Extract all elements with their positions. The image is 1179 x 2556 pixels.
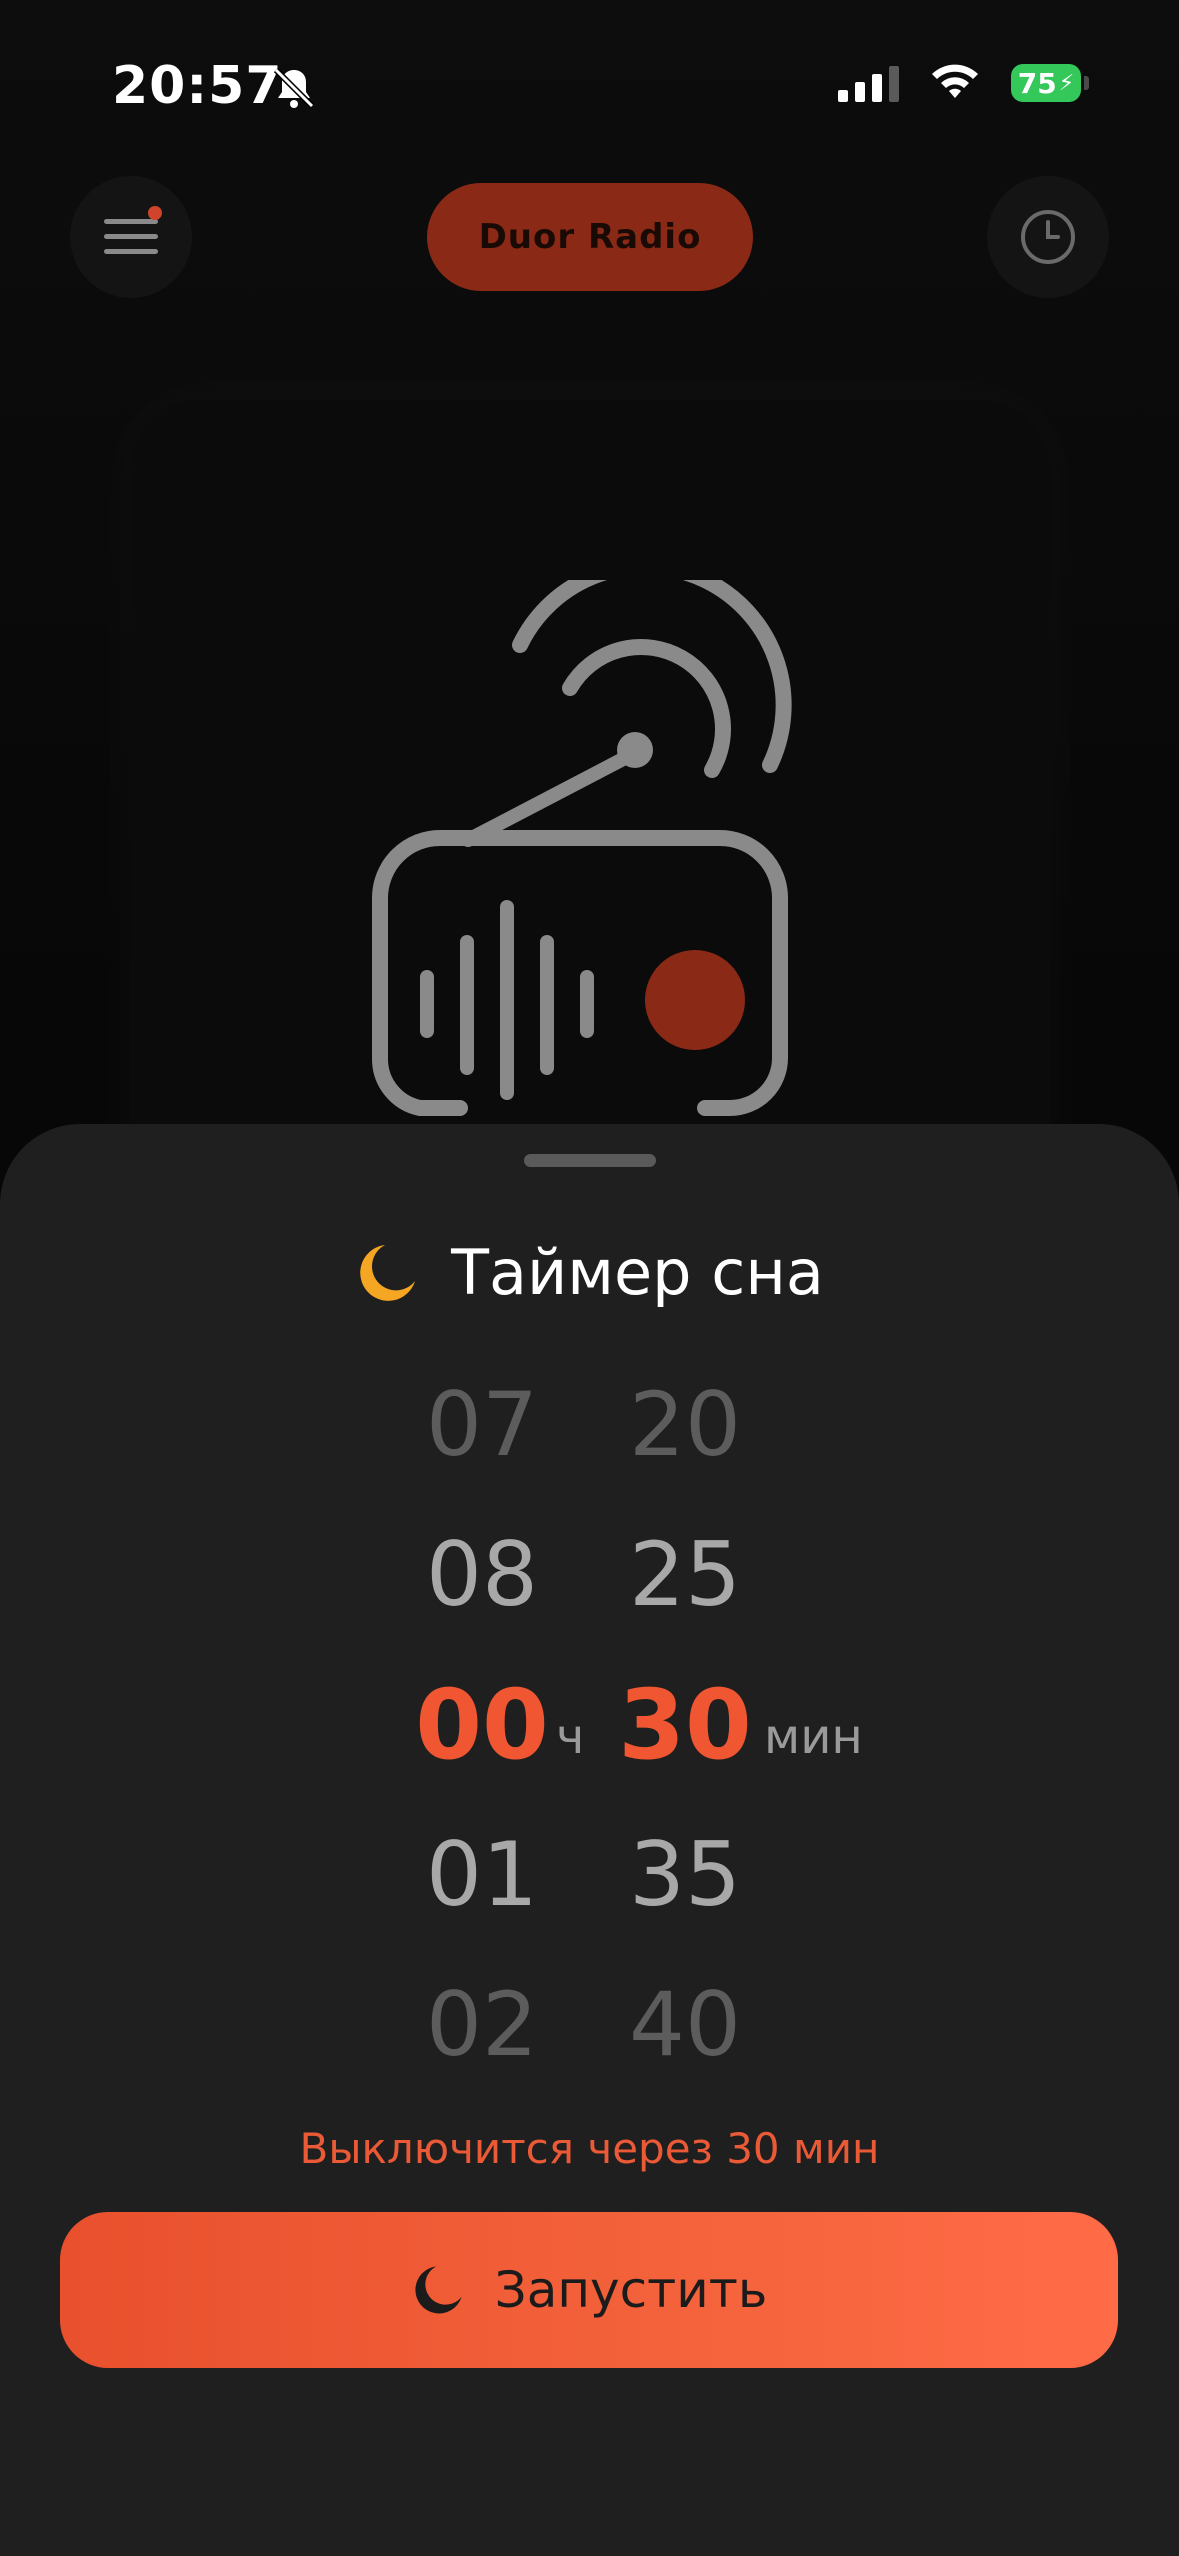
minute-option[interactable]: 40 [595,1950,775,2100]
battery-indicator: 75 ⚡ [1011,64,1089,102]
start-timer-label: Запустить [494,2261,768,2319]
radio-icon [372,580,792,1116]
minute-option[interactable]: 25 [595,1500,775,1650]
start-timer-button[interactable]: Запустить [60,2212,1118,2368]
minute-option[interactable]: 20 [595,1350,775,1500]
brand-pill[interactable]: Duor Radio [427,183,753,291]
sheet-title: Таймер сна [0,1236,1179,1309]
picker-row: 07 20 [0,1350,1179,1500]
charging-bolt-icon: ⚡ [1058,70,1075,96]
picker-row: 02 40 [0,1950,1179,2100]
sleep-timer-sheet: Таймер сна 07 20 08 25 00 ч 30 мин 01 35… [0,1124,1179,2556]
selected-minute[interactable]: 30 [595,1650,775,1800]
picker-row: 08 25 [0,1500,1179,1650]
minute-option[interactable]: 35 [595,1800,775,1950]
minutes-unit-label: мин [764,1709,863,1765]
status-indicators: 75 ⚡ [838,64,1089,102]
hour-option[interactable]: 07 [392,1350,572,1500]
status-time: 20:57 [112,56,283,116]
sheet-title-text: Таймер сна [451,1236,824,1309]
picker-row-selected: 00 ч 30 мин [0,1650,1179,1800]
hour-option[interactable]: 08 [392,1500,572,1650]
selected-hour[interactable]: 00 [392,1650,572,1800]
hour-option[interactable]: 02 [392,1950,572,2100]
moon-icon [360,1244,416,1301]
moon-icon [415,2266,462,2314]
picker-row: 01 35 [0,1800,1179,1950]
hamburger-menu-icon [104,219,158,254]
history-button[interactable] [987,176,1109,298]
timer-hint: Выключится через 30 мин [299,2124,880,2173]
cellular-signal-icon [838,64,899,102]
notification-dot [148,206,162,220]
app-screen: 20:57 75 ⚡ Duor Radio Таймер сна 07 20 0… [0,0,1179,2556]
hour-option[interactable]: 01 [392,1800,572,1950]
hours-unit-label: ч [556,1709,585,1765]
wifi-icon [932,64,978,98]
battery-level: 75 [1017,66,1057,100]
menu-button[interactable] [70,176,192,298]
silent-bell-icon [273,67,315,109]
sheet-drag-handle[interactable] [524,1154,656,1167]
clock-icon [1021,210,1075,264]
